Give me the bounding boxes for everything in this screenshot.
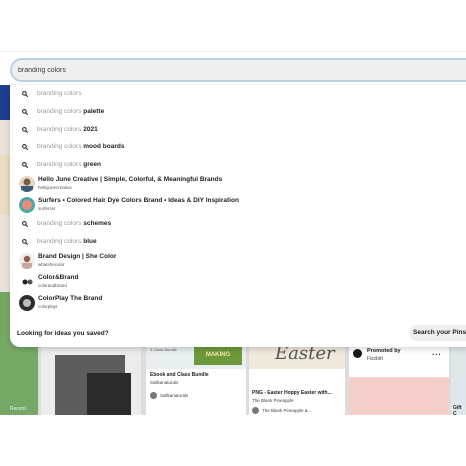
search-icon — [22, 109, 28, 115]
board-suggestion[interactable]: Surfers • Colored Hair Dye Colors Brand … — [10, 195, 466, 217]
promoter-avatar[interactable] — [353, 349, 362, 358]
header-area — [0, 0, 466, 52]
search-icon — [22, 144, 28, 150]
board-handle: surferssr — [38, 206, 56, 211]
board-handle: hellojunecreative — [38, 185, 72, 190]
suggestion-text: branding colors blue — [37, 238, 97, 245]
board-suggestion[interactable]: ColorPlay The Brand colorplayt — [10, 293, 466, 315]
promoter-name[interactable]: Fizzbitt — [367, 356, 383, 362]
pin-2-subtitle: Sallkanaturals — [150, 380, 179, 385]
pin-image-promoted — [349, 377, 449, 415]
promoted-label: Promoted by — [367, 348, 401, 354]
suggestion-item[interactable]: branding colors green — [10, 157, 466, 174]
saved-ideas-prompt: Looking for ideas you saved? — [17, 330, 109, 337]
board-suggestion[interactable]: Hello June Creative | Simple, Colorful, … — [10, 174, 466, 196]
search-icon — [22, 127, 28, 133]
suggestion-text: branding colors — [37, 90, 82, 97]
suggestion-item[interactable]: branding colors blue — [10, 234, 466, 251]
pin-3-author[interactable]: The Blank Pineapple &... — [262, 408, 312, 413]
search-icon — [22, 162, 28, 168]
board-avatar — [19, 253, 35, 269]
search-icon — [22, 239, 28, 245]
pin-card-3[interactable]: Easter — [249, 343, 345, 415]
board-name: ColorPlay The Brand — [38, 295, 103, 302]
pin-3-title[interactable]: PNG - Easter Hoppy Easter with... — [252, 390, 332, 396]
suggestion-text: branding colors palette — [37, 108, 105, 115]
suggestion-text: branding colors mood boards — [37, 143, 125, 150]
search-bar[interactable] — [10, 58, 466, 82]
page: Recent 3 Class Bundle MAKING Ebook and C… — [0, 0, 466, 466]
pin-2-author[interactable]: Sallkanaturals — [160, 393, 188, 398]
pin-3-subtitle: The Blank Pineapple — [252, 398, 294, 403]
board-name: Brand Design | She Color — [38, 253, 117, 260]
more-options-icon[interactable]: ··· — [432, 350, 442, 359]
suggestion-item[interactable]: branding colors schemes — [10, 216, 466, 233]
pin-2-title[interactable]: Ebook and Class Bundle — [150, 372, 209, 378]
pin-card-1[interactable] — [41, 345, 141, 415]
pin-3-avatar[interactable] — [252, 407, 259, 414]
search-suggestions-dropdown: branding colors branding colors palette … — [10, 85, 466, 347]
suggestion-text: branding colors 2021 — [37, 126, 98, 133]
suggestion-text: branding colors schemes — [37, 220, 112, 227]
board-avatar — [19, 197, 35, 213]
pin-image-3: Easter — [249, 343, 345, 369]
search-input[interactable] — [12, 60, 466, 80]
search-your-pins-button[interactable]: Search your Pins — [409, 325, 466, 341]
board-avatar — [19, 176, 35, 192]
suggestion-item[interactable]: branding colors 2021 — [10, 122, 466, 139]
pin-5-title[interactable]: Gift C — [453, 405, 466, 417]
pin-image-1-inset — [87, 373, 131, 415]
search-icon — [22, 91, 28, 97]
search-icon — [22, 221, 28, 227]
pin-2-avatar[interactable] — [150, 392, 157, 399]
board-name: Color&Brand — [38, 274, 79, 281]
board-avatar — [19, 295, 35, 311]
pin-image-2-caption: 3 Class Bundle — [150, 347, 177, 352]
board-name: Surfers • Colored Hair Dye Colors Brand … — [38, 197, 239, 204]
pin-image-2-badge: MAKING — [194, 345, 242, 365]
board-handle: colorandbrand — [38, 283, 67, 288]
suggestion-item[interactable]: branding colors mood boards — [10, 139, 466, 156]
suggestion-item[interactable]: branding colors palette — [10, 104, 466, 121]
board-handle: colorplayt — [38, 304, 58, 309]
suggestion-item[interactable]: branding colors — [10, 86, 466, 103]
board-name: Hello June Creative | Simple, Colorful, … — [38, 176, 223, 183]
board-suggestion[interactable]: Color&Brand colorandbrand — [10, 272, 466, 294]
board-handle: whatshecolor — [38, 262, 65, 267]
pin-green-label: Recent — [10, 406, 26, 412]
suggestion-text: branding colors green — [37, 161, 101, 168]
board-suggestion[interactable]: Brand Design | She Color whatshecolor — [10, 251, 466, 273]
board-avatar — [19, 274, 35, 290]
